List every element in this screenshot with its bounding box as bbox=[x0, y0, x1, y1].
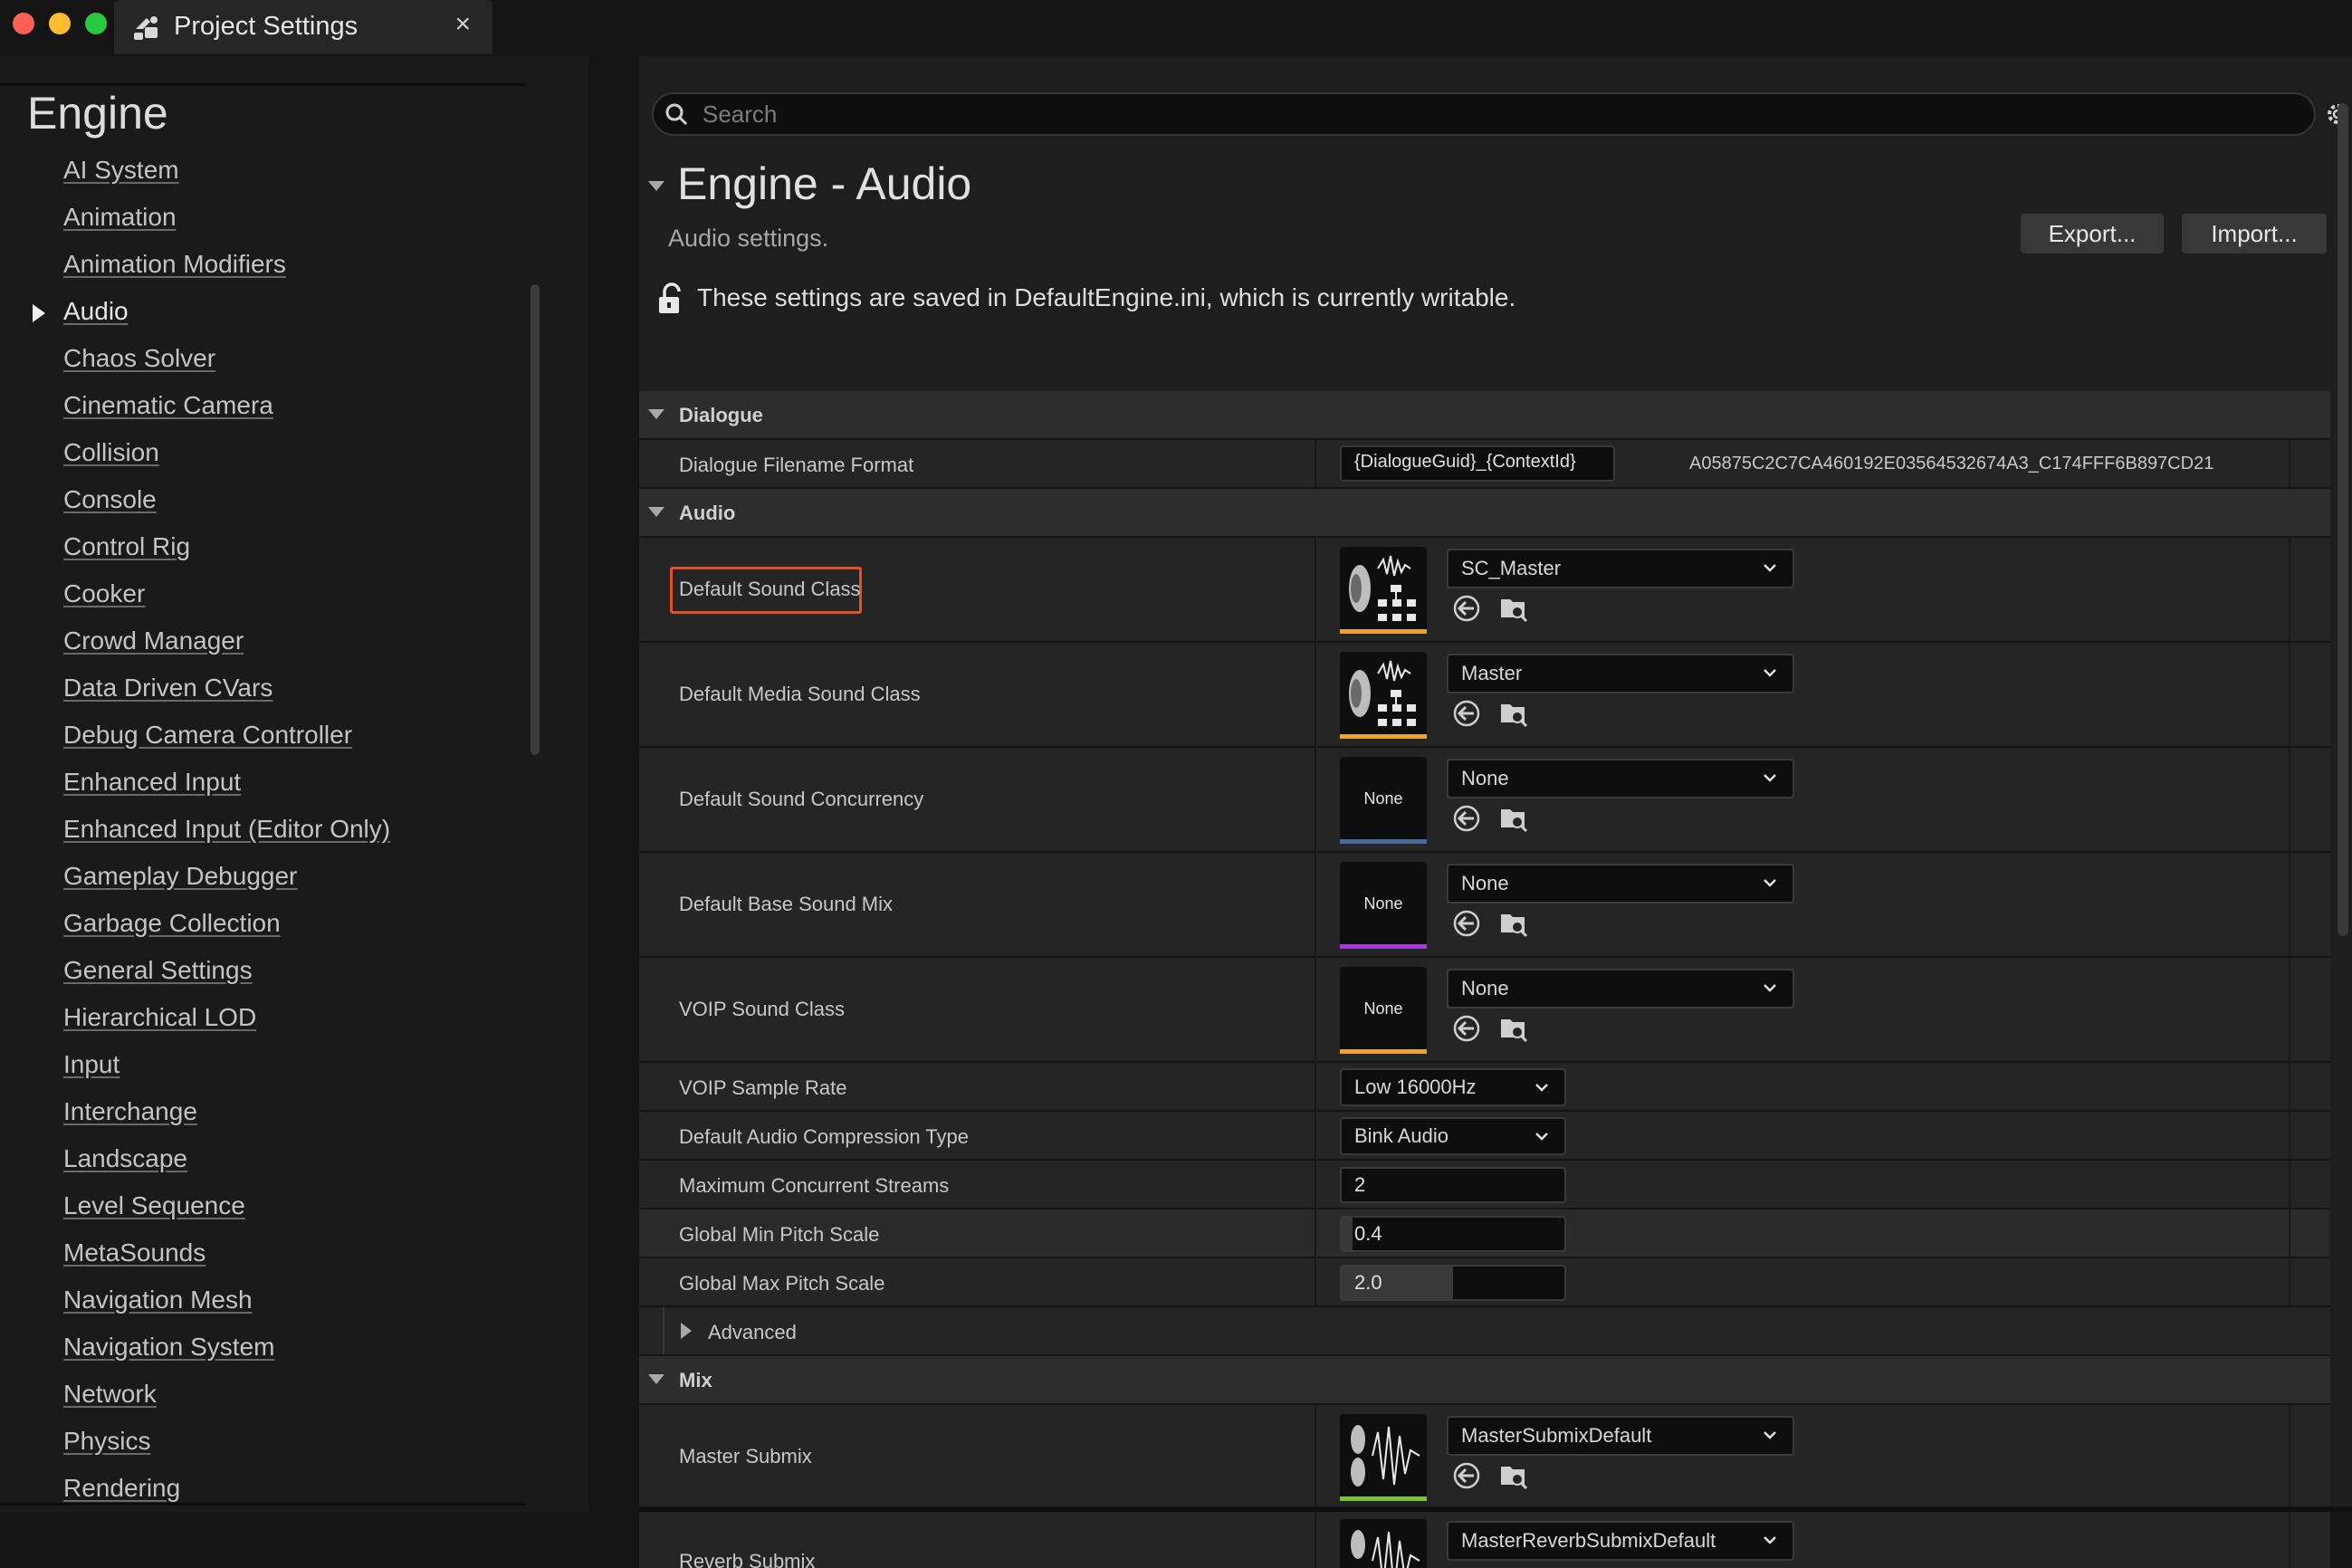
browse-asset-icon[interactable] bbox=[1499, 1014, 1528, 1043]
compression-type-combo[interactable]: Bink Audio bbox=[1340, 1117, 1566, 1155]
property-row-global-min-pitch: Global Min Pitch Scale 0.4 bbox=[639, 1209, 2330, 1258]
property-row-voip-sound-class: VOIP Sound Class None None bbox=[639, 958, 2330, 1063]
splitter[interactable] bbox=[588, 56, 639, 1512]
selected-arrow-icon bbox=[33, 304, 45, 322]
global-min-pitch-slider[interactable]: 0.4 bbox=[1340, 1216, 1566, 1252]
property-row-compression-type: Default Audio Compression Type Bink Audi… bbox=[639, 1112, 2330, 1161]
submix-icon bbox=[1351, 1425, 1420, 1487]
sidebar-divider-bottom bbox=[0, 1503, 525, 1506]
sound-class-icon bbox=[1349, 660, 1416, 726]
search-input[interactable] bbox=[701, 98, 2243, 130]
browse-asset-icon[interactable] bbox=[1499, 1461, 1528, 1490]
bottom-edge bbox=[639, 1506, 2352, 1512]
tab-project-settings[interactable]: Project Settings × bbox=[114, 0, 492, 54]
close-window-button[interactable] bbox=[13, 13, 34, 34]
collapse-icon bbox=[648, 507, 664, 517]
browse-asset-icon[interactable] bbox=[1499, 909, 1528, 938]
title-bar: Project Settings × bbox=[0, 0, 2352, 56]
chevron-down-icon bbox=[1764, 879, 1776, 887]
sidebar-section-title: Engine bbox=[27, 88, 168, 139]
master-submix-combo[interactable]: MasterSubmixDefault bbox=[1447, 1416, 1794, 1456]
sidebar-divider bbox=[0, 83, 525, 86]
chevron-down-icon bbox=[1764, 774, 1776, 782]
voip-sample-rate-combo[interactable]: Low 16000Hz bbox=[1340, 1068, 1566, 1106]
reset-arrow-icon[interactable] bbox=[1452, 594, 1481, 623]
collapse-icon bbox=[648, 409, 664, 419]
section-header-mix[interactable]: Mix bbox=[639, 1356, 2330, 1405]
panel-scrollbar[interactable] bbox=[2338, 103, 2348, 936]
voip-sound-class-thumbnail[interactable]: None bbox=[1340, 967, 1427, 1054]
default-media-sound-class-combo[interactable]: Master bbox=[1447, 654, 1794, 693]
reverb-submix-thumbnail[interactable] bbox=[1340, 1519, 1427, 1568]
expand-arrow-icon bbox=[681, 1323, 692, 1339]
property-row-dialogue-filename-format: Dialogue Filename Format {DialogueGuid}_… bbox=[639, 440, 2330, 489]
chevron-down-icon bbox=[1764, 1431, 1776, 1439]
submix-icon bbox=[1351, 1530, 1420, 1568]
base-sound-mix-thumbnail[interactable]: None bbox=[1340, 862, 1427, 949]
collapse-page-icon[interactable] bbox=[648, 181, 664, 191]
search-icon bbox=[665, 103, 688, 126]
max-concurrent-streams-field[interactable]: 2 bbox=[1340, 1167, 1566, 1203]
property-row-reverb-submix: Reverb Submix MasterReverbSubmixDefault bbox=[639, 1510, 2330, 1568]
reverb-submix-combo[interactable]: MasterReverbSubmixDefault bbox=[1447, 1521, 1794, 1561]
reset-arrow-icon[interactable] bbox=[1452, 804, 1481, 833]
settings-sidebar: Engine AI System Animation Animation Mod… bbox=[0, 56, 588, 1512]
maximize-window-button[interactable] bbox=[85, 13, 107, 34]
unlocked-icon bbox=[659, 282, 681, 313]
default-base-sound-mix-combo[interactable]: None bbox=[1447, 864, 1794, 904]
browse-asset-icon[interactable] bbox=[1499, 699, 1528, 728]
advanced-expander[interactable]: Advanced bbox=[639, 1307, 2330, 1356]
media-sound-class-thumbnail[interactable] bbox=[1340, 652, 1427, 739]
config-status-note: These settings are saved in DefaultEngin… bbox=[697, 283, 1516, 311]
property-row-default-base-sound-mix: Default Base Sound Mix None None bbox=[639, 853, 2330, 958]
close-tab-button[interactable]: × bbox=[454, 9, 471, 40]
reset-arrow-icon[interactable] bbox=[1452, 909, 1481, 938]
tab-title: Project Settings bbox=[174, 12, 359, 41]
collapse-icon bbox=[648, 1374, 664, 1384]
chevron-down-icon bbox=[1535, 1133, 1548, 1141]
sidebar-scrollbar[interactable] bbox=[531, 284, 540, 755]
chevron-down-icon bbox=[1764, 984, 1776, 992]
property-row-default-sound-class: Default Sound Class SC_Master bbox=[639, 538, 2330, 643]
sound-concurrency-thumbnail[interactable]: None bbox=[1340, 757, 1427, 844]
reset-arrow-icon[interactable] bbox=[1452, 699, 1481, 728]
voip-sound-class-combo[interactable]: None bbox=[1447, 969, 1794, 1009]
chevron-down-icon bbox=[1764, 1536, 1776, 1544]
dialogue-guid: A05875C2C7CA460192E03564532674A3_C174FFF… bbox=[1689, 454, 2214, 473]
search-box[interactable] bbox=[652, 92, 2316, 136]
master-submix-thumbnail[interactable] bbox=[1340, 1414, 1427, 1501]
dialogue-filename-format-field[interactable]: {DialogueGuid}_{ContextId} bbox=[1340, 445, 1615, 482]
global-max-pitch-slider[interactable]: 2.0 bbox=[1340, 1265, 1566, 1301]
property-row-default-sound-concurrency: Default Sound Concurrency None None bbox=[639, 748, 2330, 853]
page-subtitle: Audio settings. bbox=[668, 225, 829, 252]
sound-class-icon bbox=[1349, 555, 1416, 621]
default-sound-class-combo[interactable]: SC_Master bbox=[1447, 549, 1794, 588]
property-row-voip-sample-rate: VOIP Sample Rate Low 16000Hz bbox=[639, 1063, 2330, 1112]
property-row-global-max-pitch: Global Max Pitch Scale 2.0 bbox=[639, 1258, 2330, 1307]
section-header-audio[interactable]: Audio bbox=[639, 489, 2330, 538]
chevron-down-icon bbox=[1535, 1084, 1548, 1092]
page-title: Engine - Audio bbox=[677, 158, 972, 209]
property-row-max-concurrent-streams: Maximum Concurrent Streams 2 bbox=[639, 1161, 2330, 1209]
settings-panel: Engine - Audio Audio settings. Export...… bbox=[639, 56, 2352, 1568]
browse-asset-icon[interactable] bbox=[1499, 594, 1528, 623]
browse-asset-icon[interactable] bbox=[1499, 804, 1528, 833]
default-sound-concurrency-combo[interactable]: None bbox=[1447, 759, 1794, 798]
import-button[interactable]: Import... bbox=[2182, 214, 2327, 253]
sound-class-thumbnail[interactable] bbox=[1340, 547, 1427, 634]
property-row-default-media-sound-class: Default Media Sound Class Master bbox=[639, 643, 2330, 748]
chevron-down-icon bbox=[1764, 564, 1776, 572]
minimize-window-button[interactable] bbox=[49, 13, 71, 34]
reset-arrow-icon[interactable] bbox=[1452, 1014, 1481, 1043]
section-header-dialogue[interactable]: Dialogue bbox=[639, 391, 2330, 440]
chevron-down-icon bbox=[1764, 669, 1776, 677]
property-row-master-submix: Master Submix MasterSubmixDefault bbox=[639, 1405, 2330, 1510]
export-button[interactable]: Export... bbox=[2021, 214, 2164, 253]
slider-fill bbox=[1342, 1218, 1353, 1250]
unreal-settings-icon bbox=[134, 16, 158, 40]
reset-arrow-icon[interactable] bbox=[1452, 1461, 1481, 1490]
